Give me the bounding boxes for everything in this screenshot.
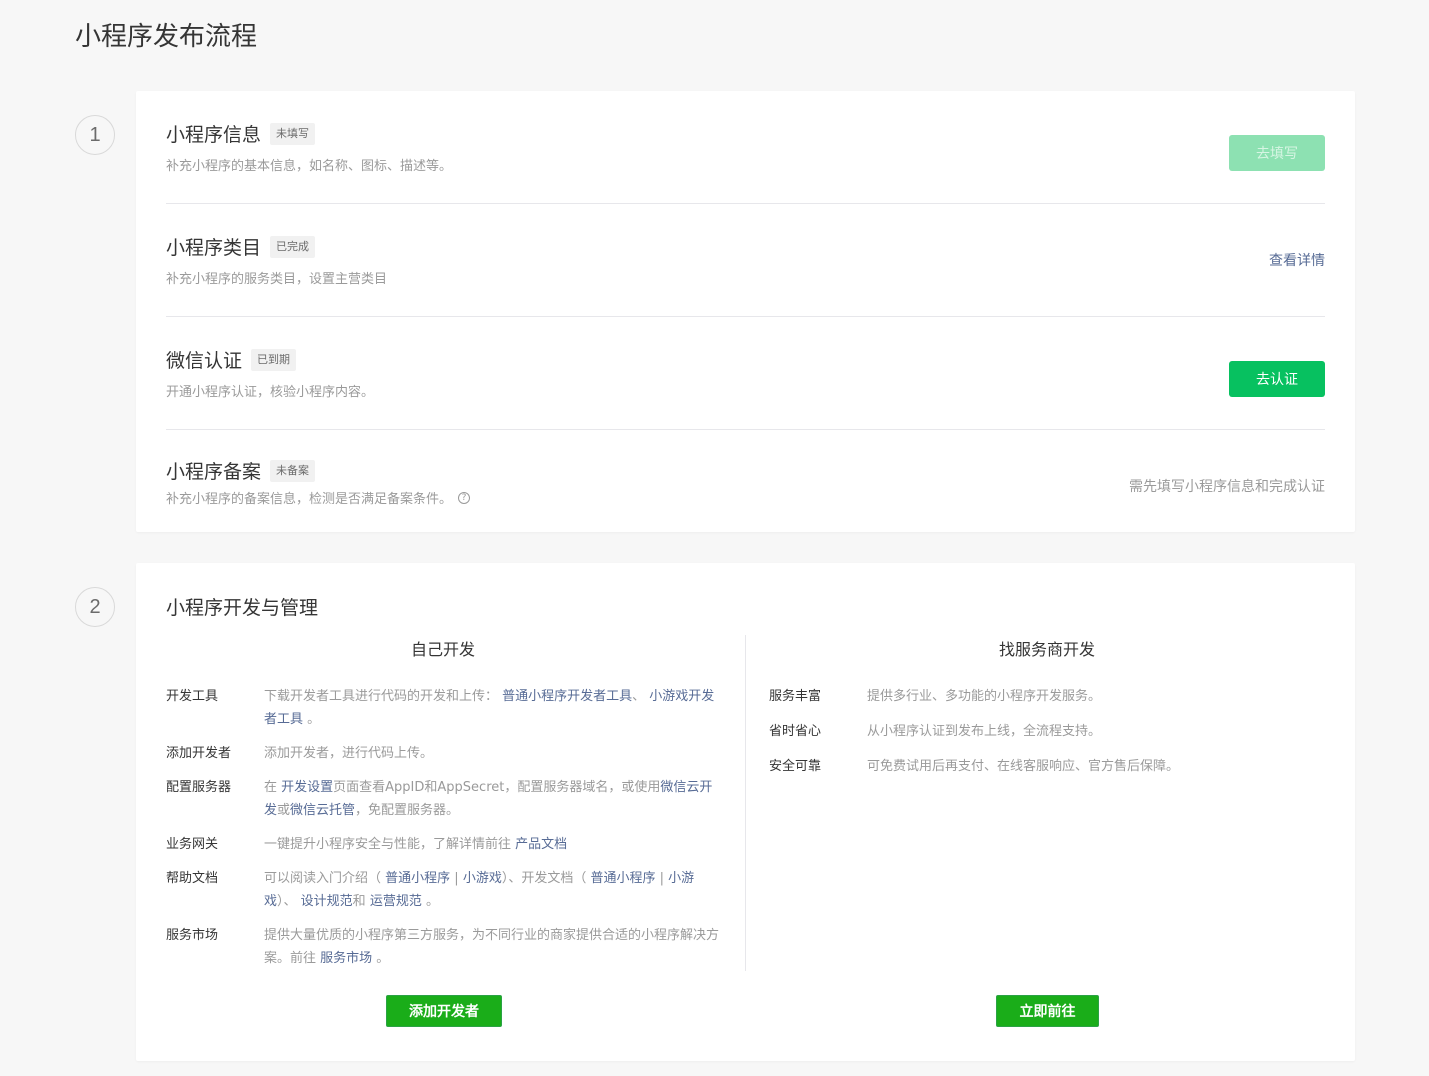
text: 。 <box>303 712 321 727</box>
intro-mini-program-link[interactable]: 普通小程序 <box>385 871 450 886</box>
text: ）、开发文档（ <box>501 871 591 886</box>
row-description: 补充小程序的备案信息，检测是否满足备案条件。 ? <box>166 488 471 507</box>
page-title: 小程序发布流程 <box>75 22 258 52</box>
row-wechat-verification: 微信认证 已到期 开通小程序认证，核验小程序内容。 去认证 <box>166 317 1325 430</box>
filing-prerequisite-note: 需先填写小程序信息和完成认证 <box>1129 479 1325 495</box>
step2-card: 小程序开发与管理 自己开发 开发工具 下载开发者工具进行代码的开发和上传： 普通… <box>136 563 1355 1061</box>
column-heading: 找服务商开发 <box>998 640 1095 659</box>
text: 或 <box>277 803 291 818</box>
devtools-link[interactable]: 普通小程序开发者工具 <box>502 689 632 704</box>
item-value: 提供大量优质的小程序第三方服务，为不同行业的商家提供合适的小程序解决方案。前往 … <box>264 924 720 970</box>
item-key: 开发工具 <box>166 689 219 704</box>
add-developer-button[interactable]: 添加开发者 <box>386 995 502 1027</box>
item-value: 添加开发者，进行代码上传。 <box>264 746 434 761</box>
row-category: 小程序类目 已完成 补充小程序的服务类目，设置主营类目 查看详情 <box>166 204 1325 317</box>
status-badge: 未填写 <box>270 122 316 145</box>
status-badge: 已完成 <box>270 235 316 258</box>
item-key: 配置服务器 <box>166 780 232 795</box>
list-item: 省时省心 从小程序认证到发布上线，全流程支持。 <box>769 720 1325 743</box>
item-value: 从小程序认证到发布上线，全流程支持。 <box>867 724 1102 739</box>
row-description-text: 补充小程序的备案信息，检测是否满足备案条件。 <box>166 492 453 507</box>
item-value: 可以阅读入门介绍（ 普通小程序 | 小游戏）、开发文档（ 普通小程序 | 小游戏… <box>264 867 720 913</box>
text: 和 <box>352 894 370 909</box>
list-item: 服务市场 提供大量优质的小程序第三方服务，为不同行业的商家提供合适的小程序解决方… <box>166 924 720 970</box>
intro-game-link[interactable]: 小游戏 <box>463 871 502 886</box>
row-description: 开通小程序认证，核验小程序内容。 <box>166 385 375 400</box>
item-key: 服务市场 <box>166 928 219 943</box>
step-number-1: 1 <box>75 115 115 155</box>
step1-card: 小程序信息 未填写 补充小程序的基本信息，如名称、图标、描述等。 去填写 小程序… <box>136 91 1355 532</box>
go-now-button[interactable]: 立即前往 <box>996 995 1099 1027</box>
status-badge: 未备案 <box>270 459 316 482</box>
text: 下载开发者工具进行代码的开发和上传： <box>264 689 503 704</box>
item-key: 安全可靠 <box>769 759 822 774</box>
step-number-2: 2 <box>75 587 115 627</box>
row-title: 小程序类目 已完成 <box>166 233 316 260</box>
list-item: 添加开发者 添加开发者，进行代码上传。 <box>166 742 720 765</box>
dev-settings-link[interactable]: 开发设置 <box>281 780 333 795</box>
design-guidelines-link[interactable]: 设计规范 <box>301 894 353 909</box>
verify-button[interactable]: 去认证 <box>1229 361 1325 397</box>
column-heading: 自己开发 <box>410 640 475 659</box>
text: | <box>450 871 463 886</box>
text: 在 <box>264 780 282 795</box>
item-value: 在 开发设置页面查看AppID和AppSecret，配置服务器域名，或使用微信云… <box>264 776 720 822</box>
item-key: 服务丰富 <box>769 689 822 704</box>
text: 一键提升小程序安全与性能，了解详情前往 <box>264 837 516 852</box>
docs-mini-program-link[interactable]: 普通小程序 <box>590 871 655 886</box>
fill-info-button[interactable]: 去填写 <box>1229 135 1325 171</box>
row-title: 微信认证 已到期 <box>166 346 297 373</box>
item-value: 提供多行业、多功能的小程序开发服务。 <box>867 689 1102 704</box>
item-key: 帮助文档 <box>166 871 219 886</box>
text: 、 <box>632 689 650 704</box>
operation-rules-link[interactable]: 运营规范 <box>370 894 422 909</box>
text: ，免配置服务器。 <box>355 803 460 818</box>
item-key: 省时省心 <box>769 724 822 739</box>
list-item: 帮助文档 可以阅读入门介绍（ 普通小程序 | 小游戏）、开发文档（ 普通小程序 … <box>166 867 720 913</box>
text: ）、 <box>277 894 301 909</box>
row-filing: 小程序备案 未备案 补充小程序的备案信息，检测是否满足备案条件。 ? 需先填写小… <box>166 430 1325 543</box>
row-mini-program-info: 小程序信息 未填写 补充小程序的基本信息，如名称、图标、描述等。 去填写 <box>166 91 1325 204</box>
item-value: 一键提升小程序安全与性能，了解详情前往 产品文档 <box>264 833 720 856</box>
self-develop-column: 自己开发 开发工具 下载开发者工具进行代码的开发和上传： 普通小程序开发者工具、… <box>166 635 720 981</box>
text: 页面查看AppID和AppSecret，配置服务器域名，或使用 <box>333 780 661 795</box>
row-title: 小程序信息 未填写 <box>166 120 316 147</box>
service-market-link[interactable]: 服务市场 <box>320 951 372 966</box>
text: | <box>655 871 669 886</box>
view-details-link[interactable]: 查看详情 <box>1269 250 1325 270</box>
text: 可以阅读入门介绍（ <box>264 871 386 886</box>
row-description: 补充小程序的基本信息，如名称、图标、描述等。 <box>166 159 453 174</box>
list-item: 开发工具 下载开发者工具进行代码的开发和上传： 普通小程序开发者工具、 小游戏开… <box>166 685 720 731</box>
text: 。 <box>372 951 390 966</box>
row-title-text: 小程序备案 <box>166 461 262 483</box>
text: 。 <box>421 894 439 909</box>
product-docs-link[interactable]: 产品文档 <box>515 837 567 852</box>
row-title-text: 小程序类目 <box>166 237 262 259</box>
item-value: 可免费试用后再支付、在线客服响应、官方售后保障。 <box>867 759 1180 774</box>
cloud-hosting-link[interactable]: 微信云托管 <box>290 803 355 818</box>
question-circle-icon[interactable]: ? <box>458 491 471 504</box>
item-value: 下载开发者工具进行代码的开发和上传： 普通小程序开发者工具、 小游戏开发者工具 … <box>264 685 720 731</box>
row-description: 补充小程序的服务类目，设置主营类目 <box>166 272 388 287</box>
list-item: 业务网关 一键提升小程序安全与性能，了解详情前往 产品文档 <box>166 833 720 856</box>
status-badge: 已到期 <box>251 348 297 371</box>
column-divider <box>745 635 746 971</box>
item-key: 业务网关 <box>166 837 219 852</box>
service-provider-column: 找服务商开发 服务丰富 提供多行业、多功能的小程序开发服务。 省时省心 从小程序… <box>769 635 1325 790</box>
list-item: 配置服务器 在 开发设置页面查看AppID和AppSecret，配置服务器域名，… <box>166 776 720 822</box>
item-key: 添加开发者 <box>166 746 232 761</box>
list-item: 安全可靠 可免费试用后再支付、在线客服响应、官方售后保障。 <box>769 755 1325 778</box>
row-title-text: 小程序信息 <box>166 124 262 146</box>
row-title: 小程序备案 未备案 <box>166 457 316 484</box>
row-title-text: 微信认证 <box>166 350 243 372</box>
list-item: 服务丰富 提供多行业、多功能的小程序开发服务。 <box>769 685 1325 708</box>
section-title: 小程序开发与管理 <box>166 597 319 619</box>
